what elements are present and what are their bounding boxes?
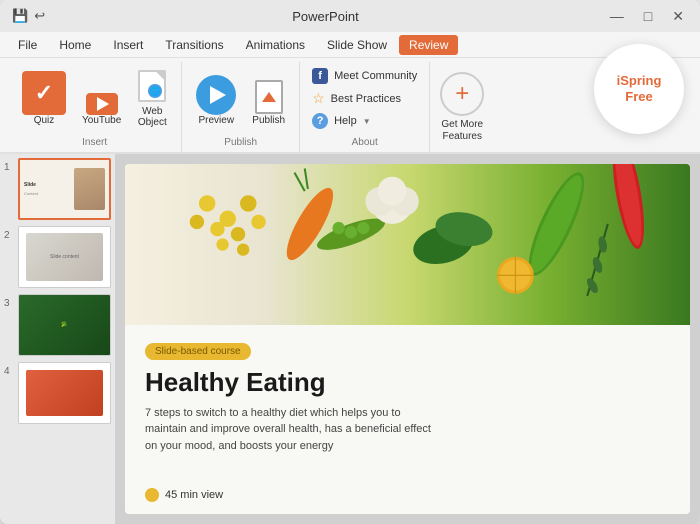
- window-controls: — □ ✕: [606, 8, 688, 25]
- ispring-brand-label: iSpring: [617, 73, 662, 89]
- facebook-icon: f: [312, 68, 328, 84]
- preview-play-triangle: [210, 86, 226, 104]
- main-content: 1 Slide Content 2: [0, 154, 700, 524]
- duration-dot-icon: [145, 488, 159, 502]
- slide-number: 2: [4, 230, 14, 241]
- preview-button[interactable]: Preview: [190, 71, 242, 131]
- plus-icon: +: [455, 80, 469, 108]
- get-more-label: Get MoreFeatures: [441, 119, 483, 143]
- menu-bar: File Home Insert Transitions Animations …: [0, 32, 700, 58]
- help-label: Help: [334, 115, 357, 127]
- duration-label: 45 min view: [165, 489, 223, 501]
- about-group-label: About: [352, 135, 378, 152]
- slide-thumbnail[interactable]: Slide Content: [18, 158, 111, 220]
- webobject-button[interactable]: 🌐 WebObject: [131, 67, 173, 131]
- menu-transitions[interactable]: Transitions: [155, 35, 233, 55]
- list-item[interactable]: 1 Slide Content: [4, 158, 111, 220]
- menu-animations[interactable]: Animations: [236, 35, 315, 55]
- quiz-button[interactable]: ✓ Quiz: [16, 67, 72, 131]
- get-more-circle-icon: +: [440, 72, 484, 116]
- webobject-icon: 🌐: [136, 70, 168, 106]
- best-practices-button[interactable]: ☆ Best Practices: [308, 88, 421, 109]
- minimize-button[interactable]: —: [606, 8, 628, 25]
- menu-file[interactable]: File: [8, 35, 47, 55]
- slide-thumbnail[interactable]: 🥦: [18, 294, 111, 356]
- course-type-badge: Slide-based course: [145, 343, 251, 360]
- slide-thumbnail[interactable]: Slide content: [18, 226, 111, 288]
- ribbon-group-about: f Meet Community ☆ Best Practices ? Help…: [300, 62, 430, 152]
- page-shape: 🌐: [138, 70, 166, 102]
- help-button[interactable]: ? Help ▼: [308, 111, 421, 131]
- ribbon-group-insert: ✓ Quiz YouTube 🌐: [8, 62, 182, 152]
- title-bar-left: 💾 ↩: [12, 8, 45, 24]
- best-practices-label: Best Practices: [331, 93, 401, 105]
- get-more-features-button[interactable]: + Get MoreFeatures: [430, 62, 494, 152]
- youtube-icon: [86, 93, 118, 115]
- about-items: f Meet Community ☆ Best Practices ? Help…: [308, 62, 421, 135]
- slide-duration: 45 min view: [145, 488, 670, 502]
- star-icon: ☆: [312, 90, 325, 107]
- quiz-icon: ✓: [22, 71, 66, 115]
- save-icon[interactable]: 💾: [12, 8, 28, 24]
- publish-arrow-shape: [262, 92, 276, 102]
- list-item[interactable]: 2 Slide content: [4, 226, 111, 288]
- menu-review[interactable]: Review: [399, 35, 458, 55]
- globe-icon: 🌐: [148, 84, 162, 98]
- close-button[interactable]: ✕: [668, 8, 688, 25]
- publish-label: Publish: [252, 115, 285, 127]
- slide-thumbnail[interactable]: [18, 362, 111, 424]
- ispring-free-badge: iSpring Free: [594, 44, 684, 134]
- publish-items: Preview Publish: [190, 62, 291, 135]
- maximize-button[interactable]: □: [640, 8, 656, 25]
- list-item[interactable]: 3 🥦: [4, 294, 111, 356]
- ribbon-group-publish: Preview Publish Publish: [182, 62, 300, 152]
- youtube-button[interactable]: YouTube: [76, 89, 127, 131]
- slide-panel: 1 Slide Content 2: [0, 154, 115, 524]
- title-bar: 💾 ↩ PowerPoint — □ ✕: [0, 0, 700, 32]
- fold-shape: [156, 72, 164, 80]
- list-item[interactable]: 4: [4, 362, 111, 424]
- quiz-label: Quiz: [34, 115, 55, 127]
- app-window: 💾 ↩ PowerPoint — □ ✕ File Home Insert Tr…: [0, 0, 700, 524]
- play-triangle: [97, 97, 109, 111]
- youtube-label: YouTube: [82, 115, 121, 127]
- slide-canvas: Slide-based course Healthy Eating 7 step…: [125, 164, 690, 514]
- ispring-free-label: Free: [617, 89, 662, 105]
- slide-number: 1: [4, 162, 14, 173]
- help-icon: ?: [312, 113, 328, 129]
- help-dropdown-icon: ▼: [363, 117, 371, 126]
- publish-button[interactable]: Publish: [246, 75, 291, 131]
- preview-label: Preview: [199, 115, 235, 127]
- window-title: PowerPoint: [45, 9, 606, 24]
- slide-hero-image: [125, 164, 690, 325]
- meet-community-label: Meet Community: [334, 70, 417, 82]
- webobject-label: WebObject: [138, 106, 167, 128]
- insert-items: ✓ Quiz YouTube 🌐: [16, 62, 173, 135]
- meet-community-button[interactable]: f Meet Community: [308, 66, 421, 86]
- checkmark-icon: ✓: [35, 80, 53, 106]
- publish-icon: [253, 79, 285, 115]
- publish-group-label: Publish: [224, 135, 257, 152]
- slide-number: 4: [4, 366, 14, 377]
- insert-group-label: Insert: [82, 135, 107, 152]
- menu-home[interactable]: Home: [49, 35, 101, 55]
- slide-description: 7 steps to switch to a healthy diet whic…: [145, 405, 445, 455]
- canvas-area: Slide-based course Healthy Eating 7 step…: [115, 154, 700, 524]
- ribbon: ✓ Quiz YouTube 🌐: [0, 58, 700, 154]
- slide-title: Healthy Eating: [145, 368, 670, 397]
- slide-number: 3: [4, 298, 14, 309]
- preview-icon: [196, 75, 236, 115]
- slide-bottom-content: Slide-based course Healthy Eating 7 step…: [125, 325, 690, 514]
- menu-insert[interactable]: Insert: [103, 35, 153, 55]
- undo-icon[interactable]: ↩: [34, 8, 45, 24]
- menu-slideshow[interactable]: Slide Show: [317, 35, 397, 55]
